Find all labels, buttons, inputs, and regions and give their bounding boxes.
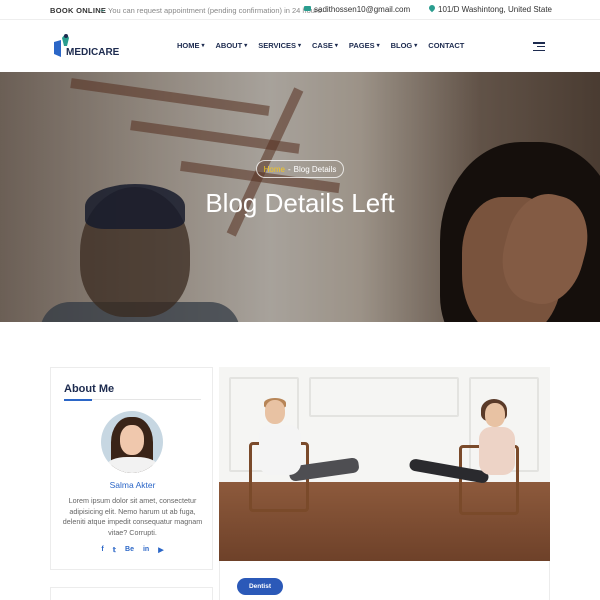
breadcrumb: Home - Blog Details — [256, 160, 344, 178]
chevron-down-icon: ▾ — [201, 43, 205, 49]
nav-label: CASE — [312, 41, 333, 50]
author-name[interactable]: Salma Akter — [51, 480, 214, 490]
nav-item-services[interactable]: SERVICES ▾ — [258, 41, 301, 50]
social-links: f 𝕥 Be in ▶ — [51, 546, 214, 554]
main-nav: HOME ▾ ABOUT ▾ SERVICES ▾ CASE ▾ PAGES ▾ BLOG… — [177, 41, 475, 50]
post-category-tag[interactable]: Dentist — [237, 578, 283, 595]
page-title: Blog Details Left — [205, 188, 395, 218]
youtube-icon[interactable]: ▶ — [158, 546, 163, 554]
avatar — [101, 411, 163, 473]
nav-item-home[interactable]: HOME ▾ — [177, 41, 205, 50]
behance-icon[interactable]: Be — [125, 546, 134, 554]
chevron-down-icon: ▾ — [376, 43, 380, 49]
nav-label: ABOUT — [215, 41, 243, 50]
main-header: MEDICARE HOME ▾ ABOUT ▾ SERVICES ▾ CASE ▾ PA… — [0, 20, 600, 72]
sidebar-widget-next — [50, 587, 213, 600]
widget-title: About Me — [64, 383, 115, 395]
author-bio: Lorem ipsum dolor sit amet, consectetur … — [62, 496, 203, 537]
map-pin-icon — [427, 3, 437, 13]
breadcrumb-current: Blog Details — [293, 164, 337, 174]
breadcrumb-separator: - — [287, 164, 291, 174]
logo-text[interactable]: MEDICARE — [66, 47, 119, 58]
envelope-icon — [304, 6, 311, 11]
contact-address: 101/D Washintong, United State — [438, 5, 552, 14]
nav-item-about[interactable]: ABOUT ▾ — [216, 41, 248, 50]
nav-item-contact[interactable]: CONTACT — [428, 41, 464, 50]
menu-toggle-icon[interactable] — [533, 42, 545, 52]
nav-label: CONTACT — [428, 41, 465, 50]
chevron-down-icon: ▾ — [334, 43, 338, 49]
breadcrumb-home-link[interactable]: Home — [264, 165, 285, 174]
chevron-down-icon: ▾ — [298, 43, 302, 49]
facebook-icon[interactable]: f — [101, 546, 103, 554]
post-featured-image[interactable] — [219, 367, 550, 561]
contact-email[interactable]: sadithossen10@gmail.com — [314, 5, 410, 14]
top-bar: BOOK ONLINE → You can request appointmen… — [0, 0, 600, 20]
nav-label: BLOG — [390, 41, 413, 50]
nav-label: HOME — [177, 41, 200, 50]
arrow-right-icon: → — [98, 5, 106, 14]
linkedin-icon[interactable]: in — [143, 546, 149, 554]
nav-label: PAGES — [348, 41, 375, 50]
about-me-widget: About Me Salma Akter Lorem ipsum dolor s… — [50, 367, 213, 570]
nav-item-blog[interactable]: BLOG ▾ — [391, 41, 418, 50]
nav-item-pages[interactable]: PAGES ▾ — [349, 41, 380, 50]
appointment-note: You can request appointment (pending con… — [108, 6, 322, 15]
nav-item-case[interactable]: CASE ▾ — [312, 41, 338, 50]
twitter-icon[interactable]: 𝕥 — [113, 546, 116, 554]
chevron-down-icon: ▾ — [414, 43, 418, 49]
widget-divider — [64, 398, 201, 401]
nav-label: SERVICES — [258, 41, 296, 50]
hero-banner: Home - Blog Details Blog Details Left — [0, 72, 600, 322]
chevron-down-icon: ▾ — [244, 43, 248, 49]
